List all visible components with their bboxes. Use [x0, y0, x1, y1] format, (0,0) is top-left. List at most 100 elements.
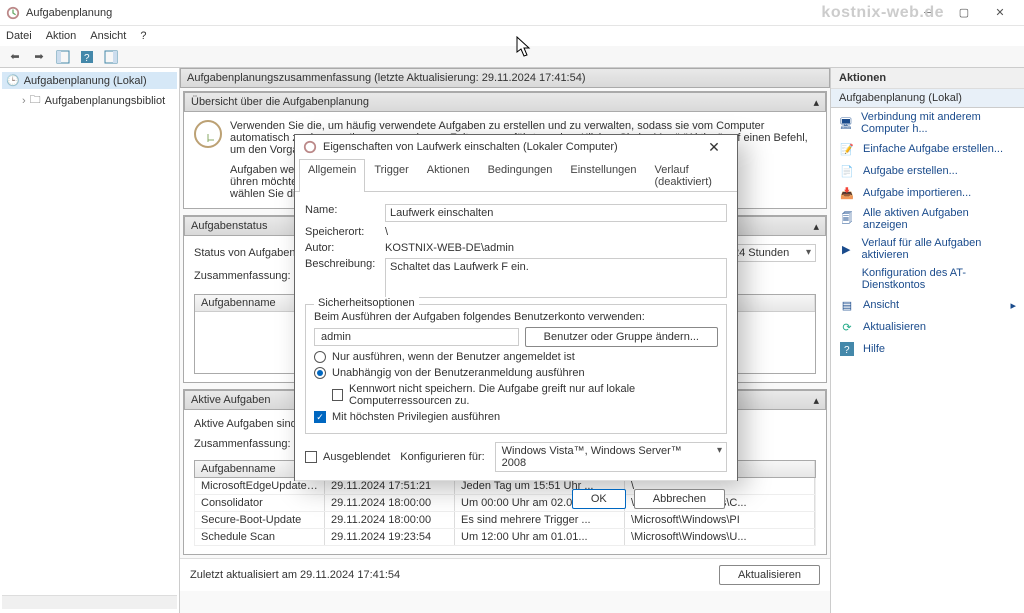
- action-label: Verbindung mit anderem Computer h...: [861, 111, 1016, 135]
- check-hidden[interactable]: Ausgeblendet: [305, 451, 390, 463]
- summary-bar-label: Aufgabenplanungszusammenfassung (letzte …: [187, 72, 586, 84]
- menu-action[interactable]: Aktion: [46, 30, 77, 42]
- cell-next: 29.11.2024 19:23:54: [325, 529, 455, 545]
- tab-settings[interactable]: Einstellungen: [561, 159, 645, 192]
- action-icon: 📄: [839, 163, 855, 179]
- active-title: Aktive Aufgaben: [191, 394, 271, 406]
- overview-title: Übersicht über die Aufgabenplanung: [191, 96, 369, 108]
- status-period-select[interactable]: 24 Stunden: [726, 244, 816, 262]
- cell-name: Schedule Scan: [195, 529, 325, 545]
- app-icon: [6, 6, 20, 20]
- action-label: Konfiguration des AT-Dienstkontos: [862, 267, 1016, 291]
- help-button[interactable]: ?: [76, 47, 98, 67]
- action-item[interactable]: 📝 Einfache Aufgabe erstellen...: [831, 138, 1024, 160]
- name-label: Name:: [305, 204, 377, 216]
- show-hide-action-pane-button[interactable]: [100, 47, 122, 67]
- action-view-label: Ansicht: [863, 299, 899, 311]
- dialog-close-button[interactable]: ✕: [699, 139, 729, 156]
- titlebar: Aufgabenplanung kostnix-web.de ─ ▢ ✕: [0, 0, 1024, 26]
- name-input[interactable]: Laufwerk einschalten: [385, 204, 727, 222]
- tab-trigger[interactable]: Trigger: [365, 159, 417, 192]
- tab-conditions[interactable]: Bedingungen: [479, 159, 562, 192]
- show-hide-tree-button[interactable]: [52, 47, 74, 67]
- properties-dialog: Eigenschaften von Laufwerk einschalten (…: [294, 134, 738, 481]
- checkbox-icon: [332, 389, 343, 401]
- action-icon: 📝: [839, 141, 855, 157]
- action-refresh-label: Aktualisieren: [863, 321, 926, 333]
- close-button[interactable]: ✕: [982, 1, 1018, 25]
- action-label: Aufgabe importieren...: [863, 187, 971, 199]
- loc-label: Speicherort:: [305, 226, 377, 238]
- action-view[interactable]: ▤Ansicht▸: [831, 294, 1024, 316]
- status-title: Aufgabenstatus: [191, 220, 267, 232]
- tree-library[interactable]: › 🗀 Aufgabenplanungsbibliot: [2, 89, 177, 112]
- action-item[interactable]: 📄Aufgabe erstellen...: [831, 160, 1024, 182]
- hidden-label: Ausgeblendet: [323, 451, 390, 463]
- action-label: Verlauf für alle Aufgaben aktivieren: [862, 237, 1016, 261]
- svg-text:?: ?: [84, 53, 90, 64]
- menu-file[interactable]: Datei: [6, 30, 32, 42]
- refresh-icon: ⟳: [839, 319, 855, 335]
- menu-view[interactable]: Ansicht: [90, 30, 126, 42]
- action-label: Einfache Aufgabe erstellen...: [863, 143, 1003, 155]
- chevron-right-icon: ›: [22, 95, 26, 107]
- radio-logged-on[interactable]: Nur ausführen, wenn der Benutzer angemel…: [314, 351, 718, 363]
- action-icon: 📥: [839, 185, 855, 201]
- change-user-button[interactable]: Benutzer oder Gruppe ändern...: [525, 327, 718, 347]
- cancel-button[interactable]: Abbrechen: [634, 489, 725, 509]
- radio-icon: [314, 351, 326, 363]
- action-item[interactable]: 🗐Alle aktiven Aufgaben anzeigen: [831, 204, 1024, 234]
- ok-button[interactable]: OK: [572, 489, 626, 509]
- config-select[interactable]: Windows Vista™, Windows Server™ 2008: [495, 442, 727, 472]
- loc-value: \: [385, 226, 388, 238]
- action-item[interactable]: 📥 Aufgabe importieren...: [831, 182, 1024, 204]
- radio-any-login[interactable]: Unabhängig von der Benutzeranmeldung aus…: [314, 367, 718, 379]
- check-highest[interactable]: ✓Mit höchsten Privilegien ausführen: [314, 411, 718, 423]
- action-help[interactable]: ? Hilfe: [831, 338, 1024, 360]
- clock-icon: 🕒: [6, 74, 20, 87]
- tree-scrollbar[interactable]: [2, 595, 177, 609]
- table-row[interactable]: Schedule Scan29.11.2024 19:23:54Um 12:00…: [194, 529, 816, 546]
- action-item[interactable]: Konfiguration des AT-Dienstkontos: [831, 264, 1024, 294]
- chevron-up-icon: ▴: [813, 394, 819, 407]
- action-item[interactable]: ▶ Verlauf für alle Aufgaben aktivieren: [831, 234, 1024, 264]
- tab-history[interactable]: Verlauf (deaktiviert): [645, 159, 733, 192]
- task-icon: [303, 140, 317, 154]
- maximize-button[interactable]: ▢: [946, 1, 982, 25]
- config-label: Konfigurieren für:: [400, 451, 484, 463]
- action-help-label: Hilfe: [863, 343, 885, 355]
- radio1-label: Nur ausführen, wenn der Benutzer angemel…: [332, 351, 575, 363]
- actions-subtitle: Aufgabenplanung (Lokal): [831, 89, 1024, 108]
- action-icon: ▶: [839, 241, 854, 257]
- chevron-up-icon: ▴: [813, 96, 819, 109]
- help-icon: ?: [839, 341, 855, 357]
- refresh-button[interactable]: Aktualisieren: [719, 565, 820, 585]
- tree-panel: 🕒 Aufgabenplanung (Lokal) › 🗀 Aufgabenpl…: [0, 68, 180, 613]
- menubar: Datei Aktion Ansicht ?: [0, 26, 1024, 46]
- action-item[interactable]: 🖥Verbindung mit anderem Computer h...: [831, 108, 1024, 138]
- action-label: Alle aktiven Aufgaben anzeigen: [863, 207, 1016, 231]
- forward-button[interactable]: ➡: [28, 47, 50, 67]
- security-line: Beim Ausführen der Aufgaben folgendes Be…: [314, 311, 718, 323]
- author-value: KOSTNIX-WEB-DE\admin: [385, 242, 514, 254]
- action-refresh[interactable]: ⟳ Aktualisieren: [831, 316, 1024, 338]
- tab-actions[interactable]: Aktionen: [418, 159, 479, 192]
- overview-header[interactable]: Übersicht über die Aufgabenplanung ▴: [184, 92, 826, 112]
- menu-help[interactable]: ?: [140, 30, 146, 42]
- tree-child-label: Aufgabenplanungsbibliot: [45, 95, 166, 107]
- footer-updated: Zuletzt aktualisiert am 29.11.2024 17:41…: [190, 569, 400, 581]
- back-button[interactable]: ⬅: [4, 47, 26, 67]
- security-group: Sicherheitsoptionen Beim Ausführen der A…: [305, 304, 727, 434]
- highest-label: Mit höchsten Privilegien ausführen: [332, 411, 500, 423]
- check-nopw[interactable]: Kennwort nicht speichern. Die Aufgabe gr…: [314, 383, 718, 407]
- cell-trigger: Um 12:00 Uhr am 01.01...: [455, 529, 625, 545]
- tree-root[interactable]: 🕒 Aufgabenplanung (Lokal): [2, 72, 177, 89]
- tab-general[interactable]: Allgemein: [299, 159, 365, 192]
- svg-text:?: ?: [844, 345, 850, 356]
- toolbar: ⬅ ➡ ?: [0, 46, 1024, 68]
- desc-input[interactable]: Schaltet das Laufwerk F ein.: [385, 258, 727, 298]
- radio-icon: [314, 367, 326, 379]
- checkbox-icon: [305, 451, 317, 463]
- status-period-value: 24 Stunden: [733, 247, 789, 259]
- chevron-up-icon: ▴: [813, 220, 819, 233]
